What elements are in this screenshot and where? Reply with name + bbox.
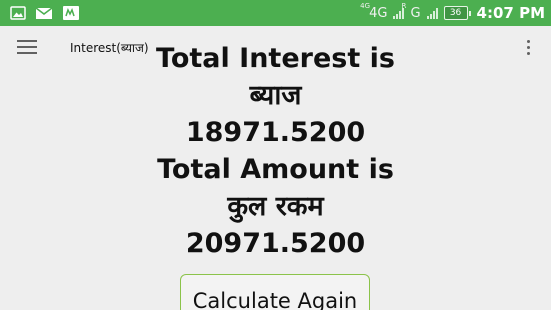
network-4g-text: 4G [369,5,388,21]
mail-icon [35,7,53,19]
total-amount-label-hindi: कुल रकम [227,191,324,222]
result-panel: Total Interest is ब्याज 18971.5200 Total… [0,40,551,262]
app-icon [63,6,79,20]
battery-level: 36 [443,6,468,20]
calculate-again-button[interactable]: Calculate Again [180,274,370,310]
network-g-text: G [410,5,421,21]
screen: 4G 4G R G 36 4:07 PM Interest(ब्याज) Tot… [0,0,551,310]
notification-icons [10,5,80,21]
network-4g-sup: 4G [360,1,370,10]
total-amount-value: 20971.5200 [185,228,366,259]
battery-icon: 36 [443,6,471,20]
total-interest-value: 18971.5200 [185,117,366,148]
total-amount-label: Total Amount is [157,154,394,185]
clock: 4:07 PM [476,4,545,22]
signal-2-icon [426,7,438,19]
network-4g-label: 4G 4G [360,2,388,21]
network-g-sup: R [401,1,407,10]
total-interest-label-hindi: ब्याज [249,80,302,111]
network-g-label: R G [401,2,421,21]
image-icon [10,6,26,20]
status-bar: 4G 4G R G 36 4:07 PM [0,0,551,26]
system-status: 4G 4G R G 36 4:07 PM [360,0,545,26]
total-interest-label: Total Interest is [156,43,395,74]
